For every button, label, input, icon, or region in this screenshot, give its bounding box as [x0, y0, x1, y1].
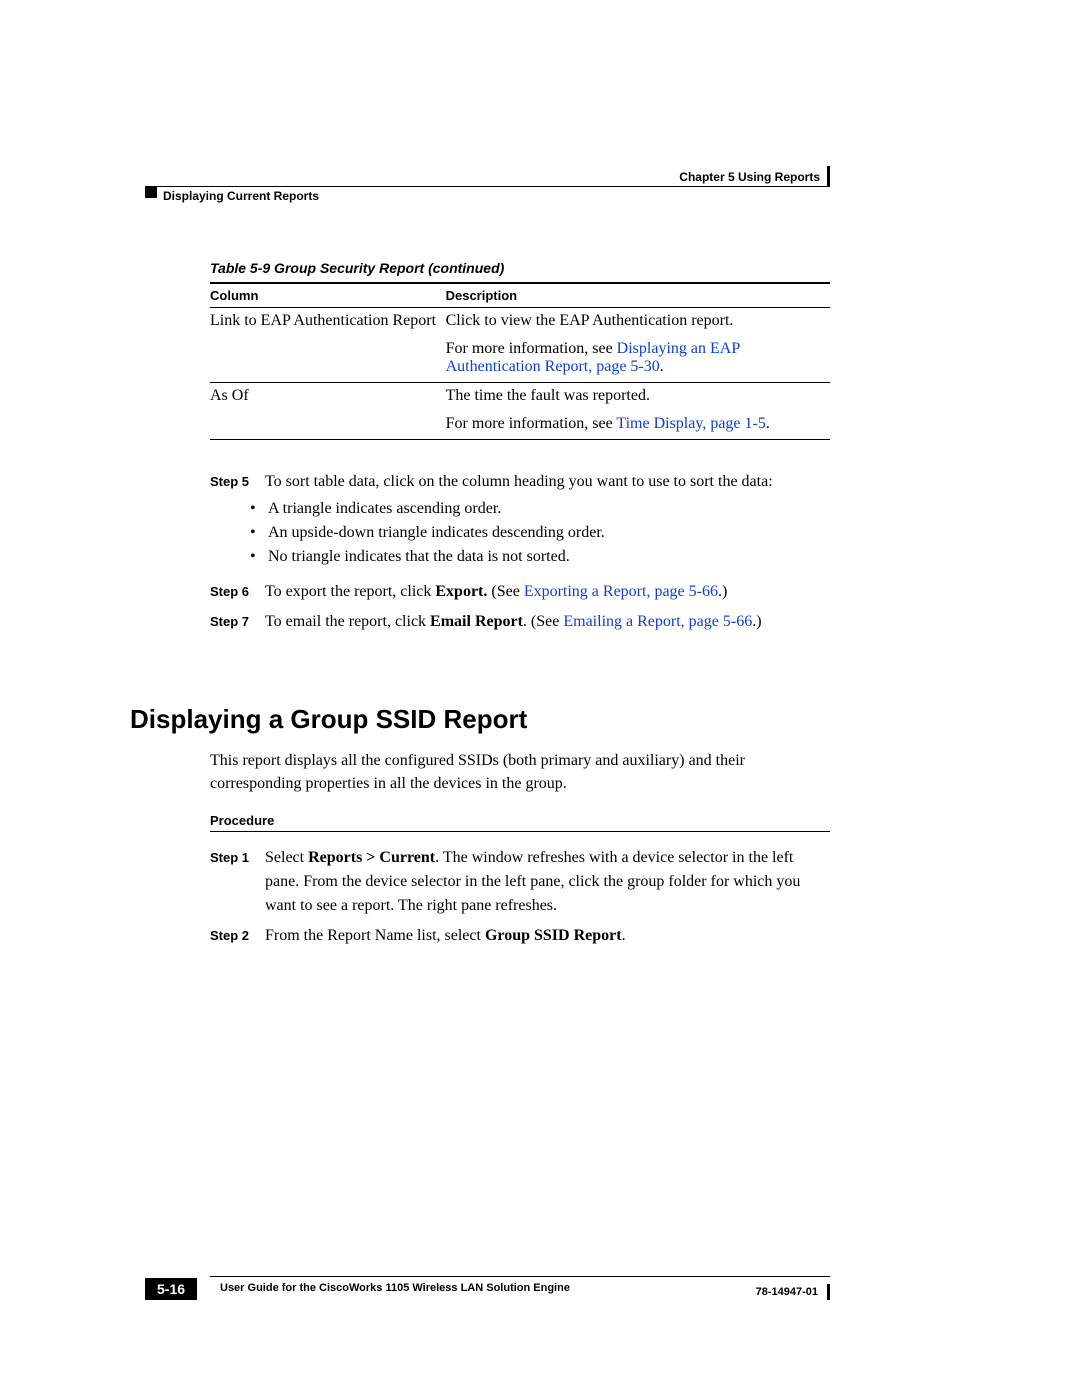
step5-text: To sort table data, click on the column … — [265, 470, 830, 494]
section-heading-group-ssid: Displaying a Group SSID Report — [130, 704, 830, 735]
header-divider-right — [827, 166, 830, 186]
bullet-ascending: A triangle indicates ascending order. — [250, 500, 830, 518]
col-header-column: Column — [210, 283, 446, 308]
cell-asof: As Of — [210, 383, 446, 440]
footer-divider-right — [827, 1284, 830, 1300]
cell-link-eap: Link to EAP Authentication Report — [210, 308, 446, 383]
step2-label: Step 2 — [210, 924, 265, 948]
step1-text: Select Reports > Current. The window ref… — [265, 846, 830, 918]
link-emailing-report[interactable]: Emailing a Report, page 5-66 — [563, 613, 752, 630]
cell-eap-desc1: Click to view the EAP Authentication rep… — [446, 308, 830, 337]
col-header-description: Description — [446, 283, 830, 308]
step6-label: Step 6 — [210, 580, 265, 604]
step5-label: Step 5 — [210, 470, 265, 494]
step5-bullets: A triangle indicates ascending order. An… — [210, 500, 830, 566]
footer-rule — [210, 1276, 830, 1277]
step7-text: To email the report, click Email Report.… — [265, 610, 830, 634]
cell-eap-desc2: For more information, see Displaying an … — [446, 336, 830, 383]
procedure-label: Procedure — [210, 813, 830, 832]
section-intro: This report displays all the configured … — [210, 749, 830, 795]
page-number: 5-16 — [145, 1278, 197, 1300]
bullet-descending: An upside-down triangle indicates descen… — [250, 524, 830, 542]
section-header: Displaying Current Reports — [163, 189, 319, 203]
step6-text: To export the report, click Export. (See… — [265, 580, 830, 604]
bullet-unsorted: No triangle indicates that the data is n… — [250, 548, 830, 566]
step2-text: From the Report Name list, select Group … — [265, 924, 830, 948]
table-caption: Table 5-9 Group Security Report (continu… — [210, 260, 830, 276]
link-time-display[interactable]: Time Display, page 1-5 — [616, 415, 765, 432]
cell-asof-desc1: The time the fault was reported. — [446, 383, 830, 412]
group-security-table: Column Description Link to EAP Authentic… — [210, 282, 830, 440]
footer-title: User Guide for the CiscoWorks 1105 Wirel… — [220, 1282, 570, 1294]
header-rule — [145, 186, 830, 187]
link-exporting-report[interactable]: Exporting a Report, page 5-66 — [524, 583, 718, 600]
header-block-icon — [145, 186, 157, 198]
doc-id: 78-14947-01 — [756, 1286, 818, 1298]
chapter-header: Chapter 5 Using Reports — [679, 170, 820, 184]
cell-asof-desc2: For more information, see Time Display, … — [446, 411, 830, 440]
step1-label: Step 1 — [210, 846, 265, 918]
step7-label: Step 7 — [210, 610, 265, 634]
